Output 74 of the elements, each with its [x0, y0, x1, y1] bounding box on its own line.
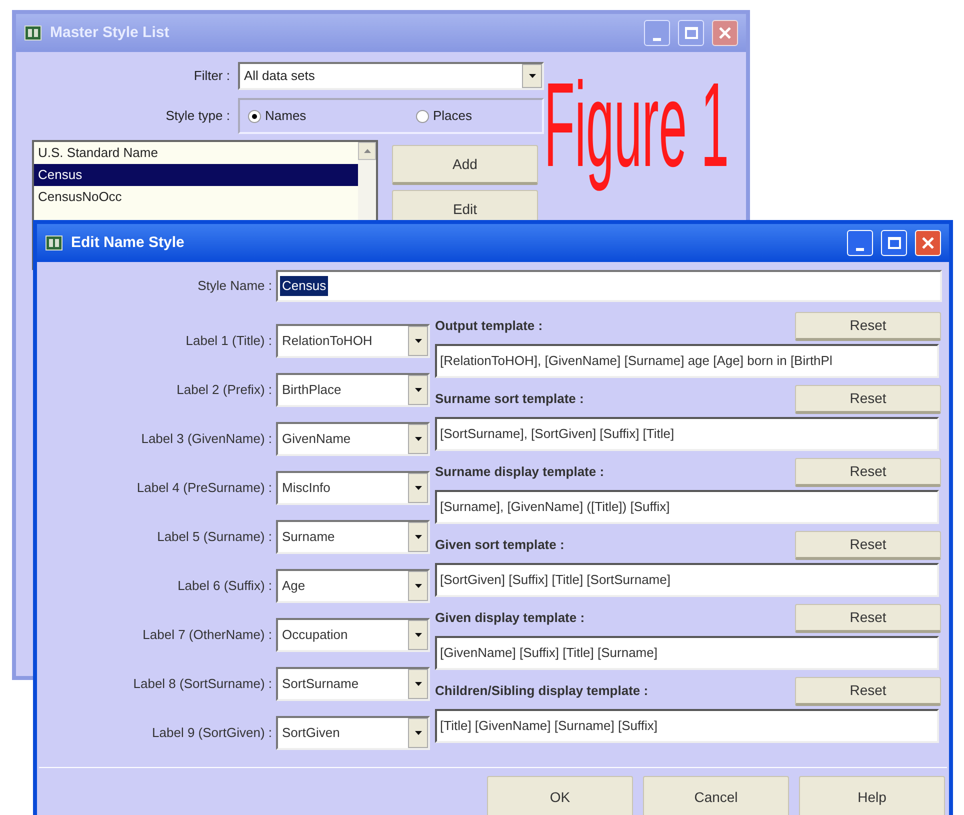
- maximize-button[interactable]: [678, 20, 704, 46]
- dropdown-arrow-icon: [414, 534, 422, 538]
- dropdown-arrow-icon: [414, 338, 422, 342]
- figure-caption: Figure 1: [544, 57, 729, 194]
- template-field[interactable]: [Surname], [GivenName] ([Title]) [Suffix]: [435, 490, 939, 524]
- field-label: Label 1 (Title) :: [184, 332, 272, 350]
- field-label: Label 6 (Suffix) :: [176, 576, 272, 595]
- field-label: Label 7 (OtherName) :: [142, 626, 272, 644]
- dropdown-arrow-icon: [414, 388, 422, 392]
- field-label: Style type :: [164, 107, 230, 126]
- close-icon: [718, 26, 732, 40]
- up-arrow-icon: [364, 149, 370, 153]
- style-name-field[interactable]: Census: [276, 270, 942, 302]
- list-button[interactable]: Add: [392, 145, 538, 185]
- minimize-button[interactable]: [644, 20, 670, 46]
- label-dropdown[interactable]: GivenName: [276, 422, 430, 456]
- reset-button[interactable]: Reset: [795, 312, 941, 340]
- template-label: Surname sort template :: [435, 390, 584, 408]
- label-dropdown[interactable]: Age: [276, 568, 430, 602]
- field-label: Style Name :: [196, 277, 272, 296]
- field-label: Label 4 (PreSurname) :: [136, 478, 272, 497]
- template-label: Children/Sibling display template :: [435, 682, 648, 700]
- template-field[interactable]: [SortSurname], [SortGiven] [Suffix] [Title]: [435, 417, 939, 451]
- label-dropdown[interactable]: SortSurname: [276, 666, 430, 700]
- app-icon: [24, 25, 42, 41]
- field-label: Label 3 (GivenName) :: [140, 430, 272, 448]
- filter-dropdown[interactable]: All data sets: [238, 62, 544, 90]
- window-title: Edit Name Style: [71, 232, 186, 253]
- close-icon: [921, 236, 935, 250]
- close-button[interactable]: [712, 20, 738, 46]
- template-label: Output template :: [435, 317, 543, 336]
- template-field[interactable]: [SortGiven] [Suffix] [Title] [SortSurname]: [435, 563, 939, 597]
- list-item[interactable]: U.S. Standard Name: [34, 142, 358, 164]
- radio-label: Places: [433, 107, 472, 126]
- radio-button[interactable]: [248, 110, 261, 122]
- dialog-button[interactable]: Cancel: [643, 776, 789, 815]
- label-dropdown[interactable]: Surname: [276, 520, 430, 554]
- list-item[interactable]: CensusNoOcc: [34, 186, 358, 208]
- template-field[interactable]: [RelationToHOH], [GivenName] [Surname] age [Age] born in [BirthPl: [435, 344, 939, 378]
- template-label: Given display template :: [435, 609, 585, 628]
- field-label: Label 8 (SortSurname) :: [132, 674, 272, 693]
- dropdown-arrow-icon: [414, 730, 422, 734]
- dropdown-arrow-icon: [414, 632, 422, 636]
- field-label: Label 9 (SortGiven) :: [151, 724, 272, 742]
- dialog-button[interactable]: Help: [799, 776, 945, 815]
- label-dropdown[interactable]: Occupation: [276, 618, 430, 652]
- reset-button[interactable]: Reset: [795, 384, 941, 414]
- window-title: Master Style List: [50, 22, 170, 43]
- scroll-up-button[interactable]: [358, 142, 376, 160]
- label-dropdown[interactable]: SortGiven: [276, 716, 430, 750]
- app-icon: [45, 235, 63, 251]
- template-label: Given sort template :: [435, 536, 564, 554]
- reset-button[interactable]: Reset: [795, 604, 941, 632]
- dropdown-arrow-icon: [414, 584, 422, 588]
- label-dropdown[interactable]: MiscInfo: [276, 470, 430, 504]
- dialog-button[interactable]: OK: [487, 776, 633, 815]
- dropdown-arrow-icon: [528, 74, 536, 78]
- reset-button[interactable]: Reset: [795, 530, 941, 560]
- list-item[interactable]: Census: [34, 164, 358, 186]
- template-field[interactable]: [Title] [GivenName] [Surname] [Suffix]: [435, 709, 939, 743]
- label-dropdown[interactable]: RelationToHOH: [276, 324, 430, 358]
- reset-button[interactable]: Reset: [795, 458, 941, 486]
- reset-button[interactable]: Reset: [795, 676, 941, 706]
- field-label: Label 5 (Surname) :: [156, 528, 272, 546]
- template-field[interactable]: [GivenName] [Suffix] [Title] [Surname]: [435, 636, 939, 670]
- template-label: Surname display template :: [435, 463, 604, 482]
- radio-label: Names: [265, 107, 306, 126]
- dropdown-arrow-icon: [414, 486, 422, 490]
- radio-button[interactable]: [416, 110, 429, 122]
- field-label: Filter :: [192, 67, 230, 86]
- dropdown-arrow-icon: [414, 682, 422, 686]
- field-label: Label 2 (Prefix) :: [176, 380, 272, 399]
- dropdown-arrow-icon: [414, 436, 422, 440]
- label-dropdown[interactable]: BirthPlace: [276, 372, 430, 406]
